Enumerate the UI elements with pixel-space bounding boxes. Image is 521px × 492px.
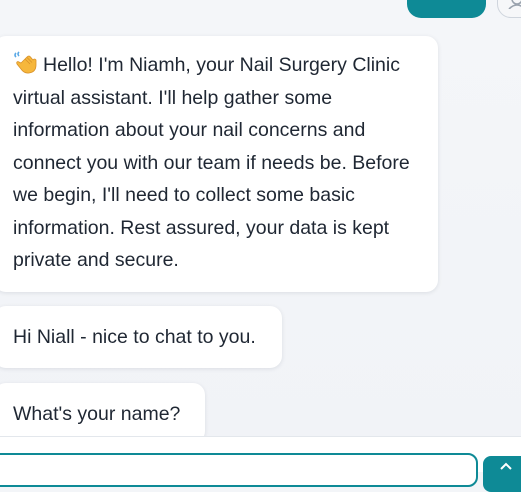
user-icon [508, 0, 521, 9]
message-input[interactable] [0, 453, 478, 487]
assistant-message-bubble: Hello! I'm Niamh, your Nail Surgery Clin… [0, 36, 438, 292]
assistant-message-bubble: Hi Niall - nice to chat to you. [0, 306, 282, 368]
user-menu-button[interactable] [497, 0, 521, 18]
chat-area: Hello! I'm Niamh, your Nail Surgery Clin… [0, 0, 521, 436]
composer-bar [0, 436, 521, 492]
send-button[interactable] [483, 456, 521, 492]
send-arrow-icon [500, 462, 512, 470]
assistant-message-text: Hello! I'm Niamh, your Nail Surgery Clin… [13, 54, 410, 271]
assistant-message-bubble: What's your name? [0, 383, 205, 436]
assistant-message-text: Hi Niall - nice to chat to you. [13, 326, 256, 348]
assistant-message-text: What's your name? [13, 403, 181, 425]
header-action-button[interactable] [407, 0, 486, 18]
waving-hand-icon [13, 51, 39, 75]
